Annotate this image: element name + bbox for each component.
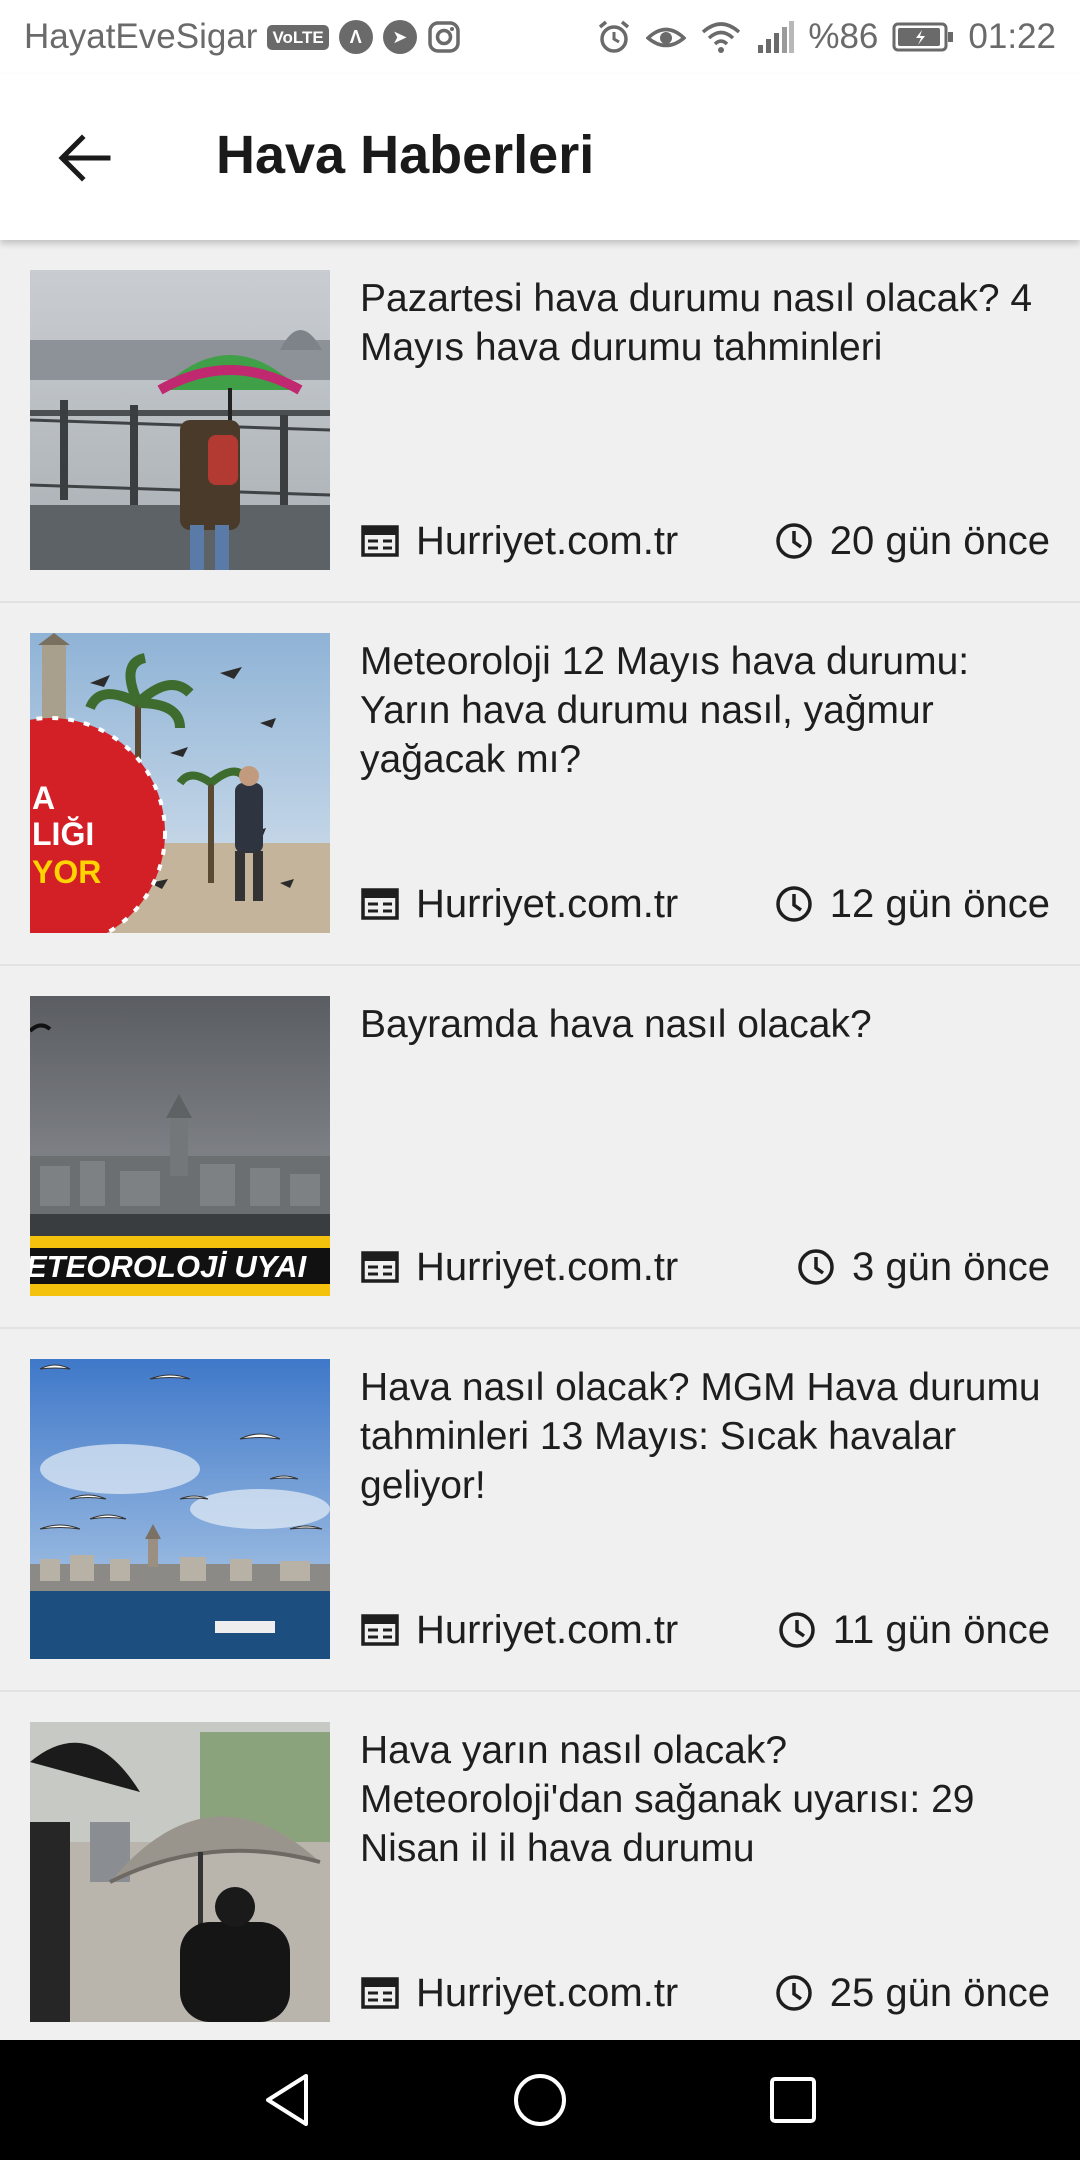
nav-home-button[interactable] bbox=[500, 2060, 580, 2140]
news-source: Hurriyet.com.tr bbox=[416, 1970, 679, 2015]
instagram-icon bbox=[427, 20, 461, 54]
news-meta: Hurriyet.com.tr 11 gün önce bbox=[360, 1605, 1050, 1655]
news-headline: Bayramda hava nasıl olacak? bbox=[360, 1003, 872, 1046]
status-bar: HayatEveSigar VoLTE Λ ➤ %86 01:22 bbox=[0, 0, 1080, 74]
newspaper-icon bbox=[361, 1614, 399, 1646]
app-a-icon: Λ bbox=[338, 20, 373, 54]
news-meta: Hurriyet.com.tr 12 gün önce bbox=[360, 879, 1050, 929]
battery-percent: %86 bbox=[808, 17, 879, 56]
clock-icon bbox=[776, 886, 812, 922]
news-headline: Hava nasıl olacak? MGM Hava durumu tahmi… bbox=[360, 1366, 1041, 1507]
news-time: 20 gün önce bbox=[829, 518, 1050, 563]
telegram-icon: ➤ bbox=[382, 20, 417, 54]
signal-icon bbox=[756, 21, 795, 53]
circle-home-icon bbox=[513, 2074, 566, 2126]
news-meta: Hurriyet.com.tr 20 gün önce bbox=[360, 516, 1050, 566]
news-list: Pazartesi hava durumu nasıl olacak? 4 Ma… bbox=[0, 240, 1080, 2040]
thumbnail-overlay-text: ETEOROLOJİ UYAI bbox=[30, 1249, 308, 1284]
clock-icon bbox=[776, 523, 812, 559]
news-item[interactable]: ETEOROLOJİ UYAI Bayramda hava nasıl olac… bbox=[0, 966, 1080, 1329]
battery-icon bbox=[892, 21, 954, 53]
page-title: Hava Haberleri bbox=[216, 125, 595, 185]
clock-icon bbox=[776, 1975, 812, 2011]
news-meta: Hurriyet.com.tr 25 gün önce bbox=[360, 1968, 1050, 2018]
clock: 01:22 bbox=[968, 17, 1056, 56]
news-time: 11 gün önce bbox=[832, 1607, 1050, 1652]
navigation-bar bbox=[0, 2040, 1080, 2160]
newspaper-icon bbox=[361, 1251, 399, 1283]
news-time: 25 gün önce bbox=[829, 1970, 1050, 2015]
newspaper-icon bbox=[361, 525, 399, 557]
clock-icon bbox=[798, 1249, 834, 1285]
newspaper-icon bbox=[361, 1977, 399, 2009]
app-bar: Hava Haberleri bbox=[0, 74, 1080, 240]
thumbnail-overlay-text: LIĞI bbox=[32, 816, 94, 852]
square-recents-icon bbox=[770, 2077, 817, 2123]
news-source: Hurriyet.com.tr bbox=[416, 881, 679, 926]
news-item[interactable]: Hava nasıl olacak? MGM Hava durumu tahmi… bbox=[0, 1329, 1080, 1692]
news-thumbnail: A LIĞI YOR bbox=[30, 633, 330, 933]
carrier-name: HayatEveSigar bbox=[24, 17, 258, 56]
news-thumbnail bbox=[30, 1722, 330, 2022]
thumbnail-overlay-text: A bbox=[32, 780, 55, 816]
nav-recents-button[interactable] bbox=[753, 2060, 833, 2140]
volte-icon: VoLTE bbox=[267, 24, 329, 50]
news-source: Hurriyet.com.tr bbox=[416, 518, 679, 563]
nav-back-button[interactable] bbox=[247, 2060, 327, 2140]
news-item[interactable]: A LIĞI YOR Meteoroloji 12 Mayıs hava dur… bbox=[0, 603, 1080, 966]
news-time: 3 gün önce bbox=[852, 1244, 1050, 1289]
news-headline: Meteoroloji 12 Mayıs hava durumu: Yarın … bbox=[360, 640, 970, 781]
alarm-icon bbox=[596, 19, 632, 55]
news-source: Hurriyet.com.tr bbox=[416, 1607, 679, 1652]
eye-icon bbox=[646, 21, 687, 53]
news-item[interactable]: Hava yarın nasıl olacak? Meteoroloji'dan… bbox=[0, 1692, 1080, 2040]
news-meta: Hurriyet.com.tr 3 gün önce bbox=[360, 1242, 1050, 1292]
thumbnail-overlay-text: YOR bbox=[32, 854, 101, 890]
news-source: Hurriyet.com.tr bbox=[416, 1244, 679, 1289]
clock-icon bbox=[779, 1612, 815, 1648]
news-thumbnail bbox=[30, 270, 330, 570]
news-thumbnail: ETEOROLOJİ UYAI bbox=[30, 996, 330, 1296]
news-headline: Hava yarın nasıl olacak? Meteoroloji'dan… bbox=[360, 1729, 975, 1870]
news-headline: Pazartesi hava durumu nasıl olacak? 4 Ma… bbox=[360, 277, 1033, 369]
triangle-back-icon bbox=[265, 2074, 308, 2126]
newspaper-icon bbox=[361, 888, 399, 920]
wifi-icon bbox=[700, 20, 742, 54]
news-item[interactable]: Pazartesi hava durumu nasıl olacak? 4 Ma… bbox=[0, 240, 1080, 603]
news-time: 12 gün önce bbox=[829, 881, 1050, 926]
news-thumbnail bbox=[30, 1359, 330, 1659]
back-button[interactable] bbox=[44, 118, 124, 198]
arrow-back-icon bbox=[58, 134, 111, 182]
